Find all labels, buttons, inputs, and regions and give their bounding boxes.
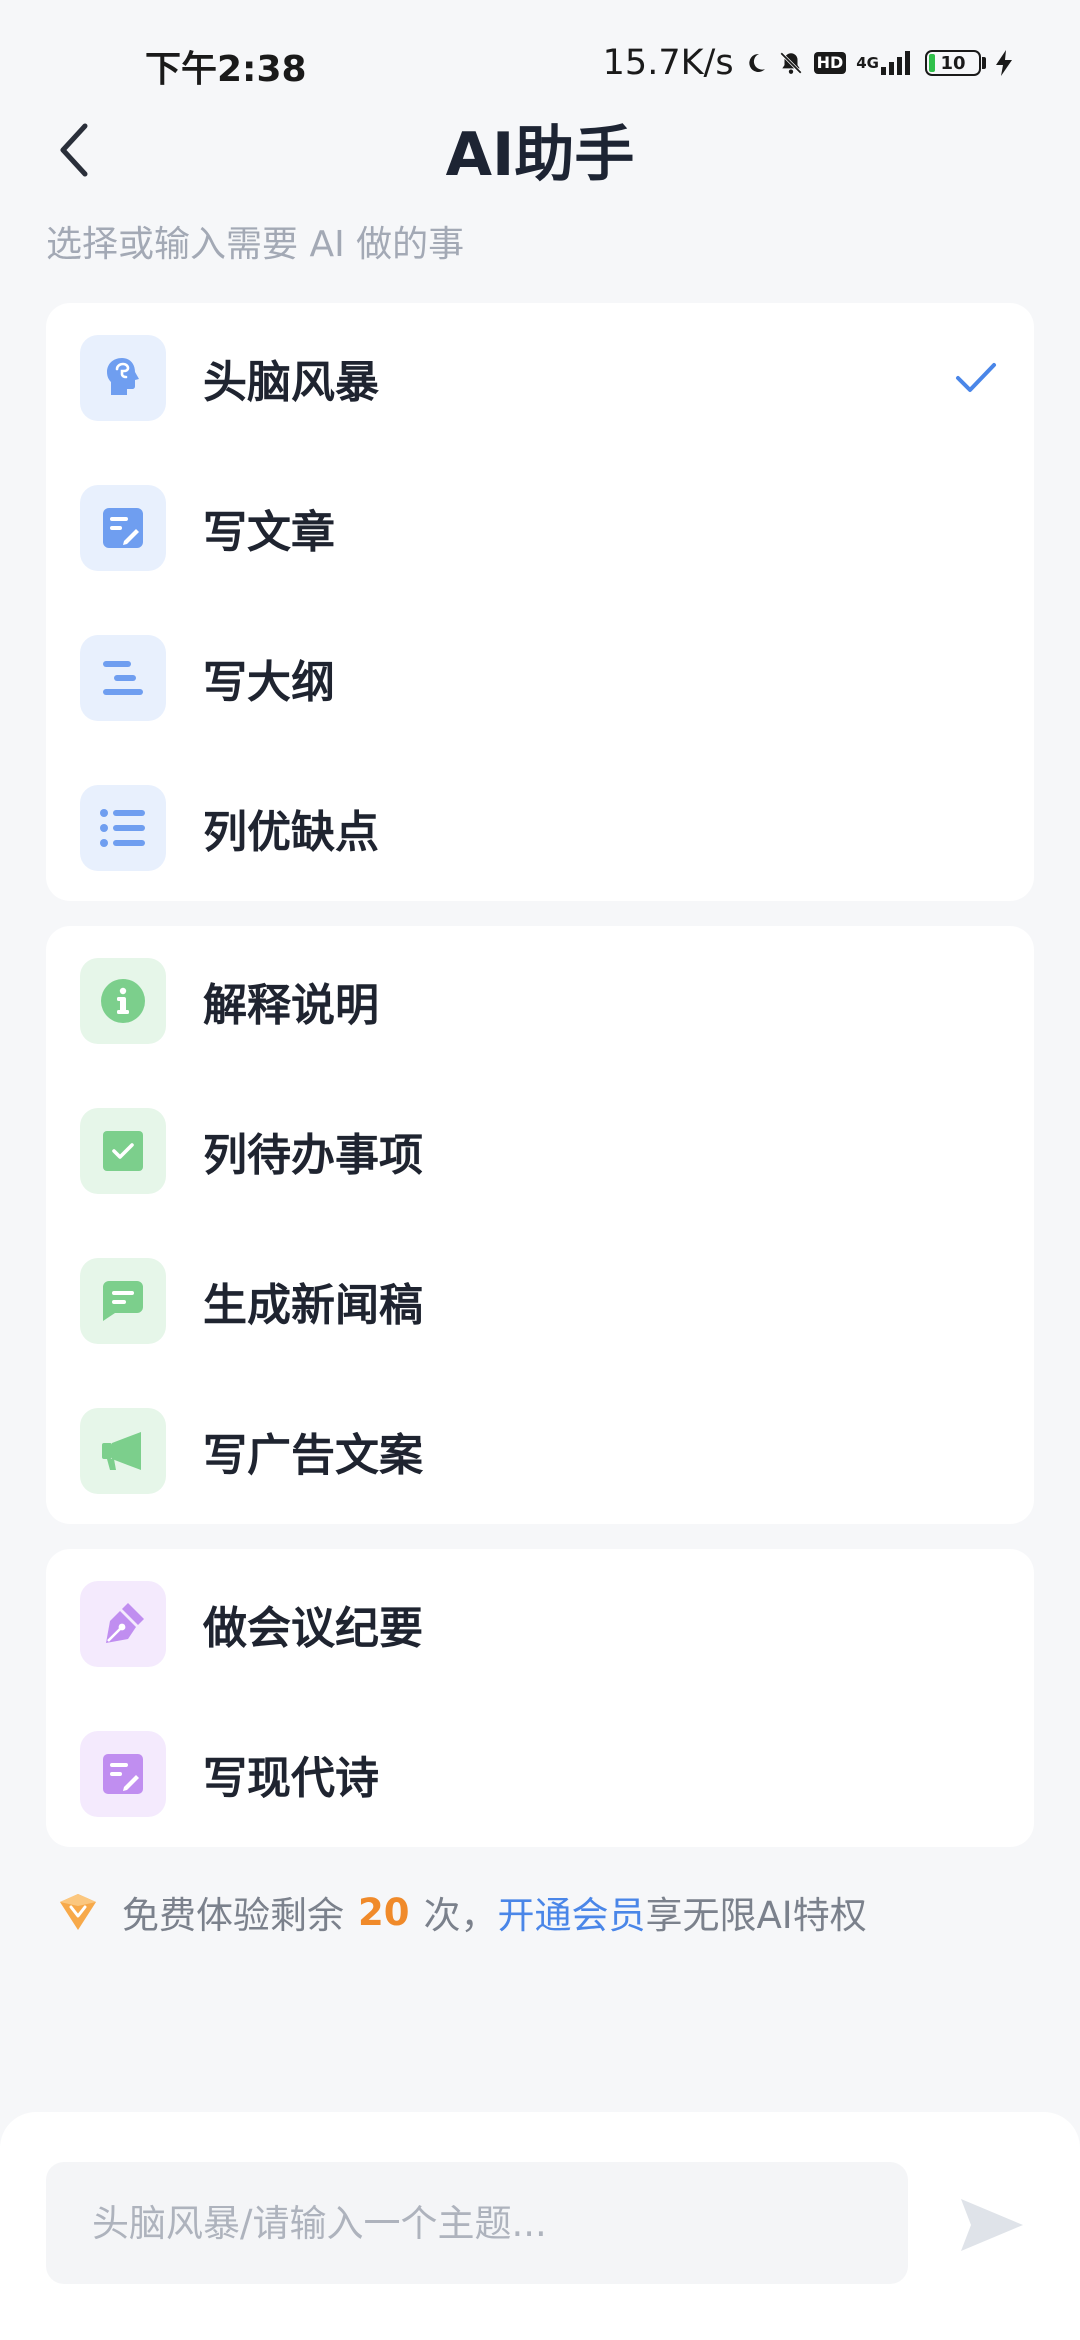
network-speed: 15.7K/s [602,43,734,83]
option-label: 写文章 [203,507,335,558]
open-membership-link[interactable]: 开通会员 [498,1885,646,1939]
option-label: 做会议纪要 [203,1603,423,1654]
page-title: AI助手 [445,120,635,190]
option-group-creative: 做会议纪要 写现代诗 [46,1549,1034,1847]
option-write-article[interactable]: 写文章 [46,453,1034,603]
header: AI助手 [0,95,1080,215]
topic-input-box[interactable] [46,2162,908,2284]
battery-icon: 10 [925,50,986,76]
input-panel [0,2112,1080,2340]
ai-assistant-screen: 下午2:38 15.7K/s HD 4G 10 AI助手 选择或输入需要 AI … [0,0,1080,2340]
vip-diamond-icon [56,1890,100,1934]
megaphone-icon [80,1408,166,1494]
option-pros-cons[interactable]: 列优缺点 [46,753,1034,903]
hd-badge: HD [813,52,847,74]
bullet-list-icon [80,785,166,871]
option-label: 写大纲 [203,657,335,708]
poem-doc-icon [80,1731,166,1817]
battery-level: 10 [940,52,966,74]
trial-tail: 享无限AI特权 [645,1894,867,1937]
pen-nib-icon [80,1581,166,1667]
option-label: 写广告文案 [203,1430,423,1481]
option-label: 列待办事项 [203,1130,423,1181]
option-label: 解释说明 [203,980,379,1031]
signal-icon: 4G [856,51,915,75]
option-brainstorm[interactable]: 头脑风暴 [46,303,1034,453]
topic-input[interactable] [92,2201,908,2245]
trial-prefix: 免费体验剩余 [122,1894,344,1937]
option-group-writing: 头脑风暴 写文章 写大纲 列优缺点 [46,303,1034,901]
option-press-release[interactable]: 生成新闻稿 [46,1226,1034,1376]
option-todo-list[interactable]: 列待办事项 [46,1076,1034,1226]
option-label: 生成新闻稿 [203,1280,423,1331]
status-icons: 15.7K/s HD 4G 10 [603,40,1012,86]
message-doc-icon [80,1258,166,1344]
option-group-tasks: 解释说明 列待办事项 生成新闻稿 写广告文案 [46,926,1034,1524]
checkbox-icon [80,1108,166,1194]
info-icon [80,958,166,1044]
status-time: 下午2:38 [145,49,307,90]
trial-suffix: 次， [423,1894,498,1937]
option-write-outline[interactable]: 写大纲 [46,603,1034,753]
send-button[interactable] [954,2192,1030,2262]
page-subtitle: 选择或输入需要 AI 做的事 [46,224,465,265]
outline-lines-icon [80,635,166,721]
moon-icon [744,51,768,75]
option-label: 写现代诗 [203,1753,379,1804]
network-type: 4G [856,54,879,72]
checkmark-icon [954,356,998,400]
article-edit-icon [80,485,166,571]
mute-bell-icon [778,50,804,76]
charging-icon [996,50,1012,76]
option-meeting-minutes[interactable]: 做会议纪要 [46,1549,1034,1699]
send-arrow-icon [957,2195,1027,2259]
option-modern-poem[interactable]: 写现代诗 [46,1699,1034,1849]
free-trial-notice: 免费体验剩余 20 次， 开通会员 享无限AI特权 [56,1882,867,1942]
brain-head-icon [80,335,166,421]
option-label: 列优缺点 [203,807,379,858]
trial-remaining-count: 20 [358,1890,410,1934]
option-ad-copy[interactable]: 写广告文案 [46,1376,1034,1526]
option-explain[interactable]: 解释说明 [46,926,1034,1076]
option-label: 头脑风暴 [203,357,379,408]
